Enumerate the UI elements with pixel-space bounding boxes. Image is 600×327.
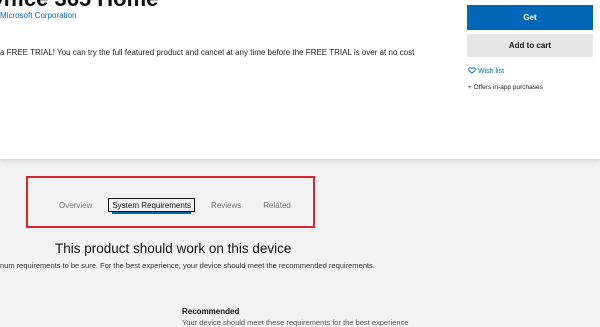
recommended-subtext: Your device should meet these requiremen… (182, 318, 409, 327)
tab-bar: Overview System Requirements Reviews Rel… (55, 195, 295, 215)
in-app-purchases-note: + Offers in-app purchases (468, 84, 543, 91)
tab-overview[interactable]: Overview (55, 199, 96, 212)
compatibility-subtext: num requirements to be sure. For the bes… (0, 261, 375, 270)
recommended-title: Recommended (182, 307, 240, 316)
get-button[interactable]: Get (467, 5, 593, 30)
heart-icon (468, 66, 476, 76)
product-header-card: Office 365 Home Microsoft Corporation a … (0, 0, 600, 159)
wish-list-link[interactable]: Wish list (468, 66, 504, 76)
tab-related[interactable]: Related (259, 199, 295, 212)
wish-list-label: Wish list (478, 67, 505, 75)
tab-system-requirements[interactable]: System Requirements (108, 198, 196, 214)
add-to-cart-button[interactable]: Add to cart (467, 34, 593, 57)
publisher-link[interactable]: Microsoft Corporation (0, 11, 76, 20)
compatibility-heading: This product should work on this device (55, 241, 292, 256)
product-description: a FREE TRIAL! You can try the full featu… (0, 48, 415, 57)
tab-reviews[interactable]: Reviews (207, 199, 245, 212)
